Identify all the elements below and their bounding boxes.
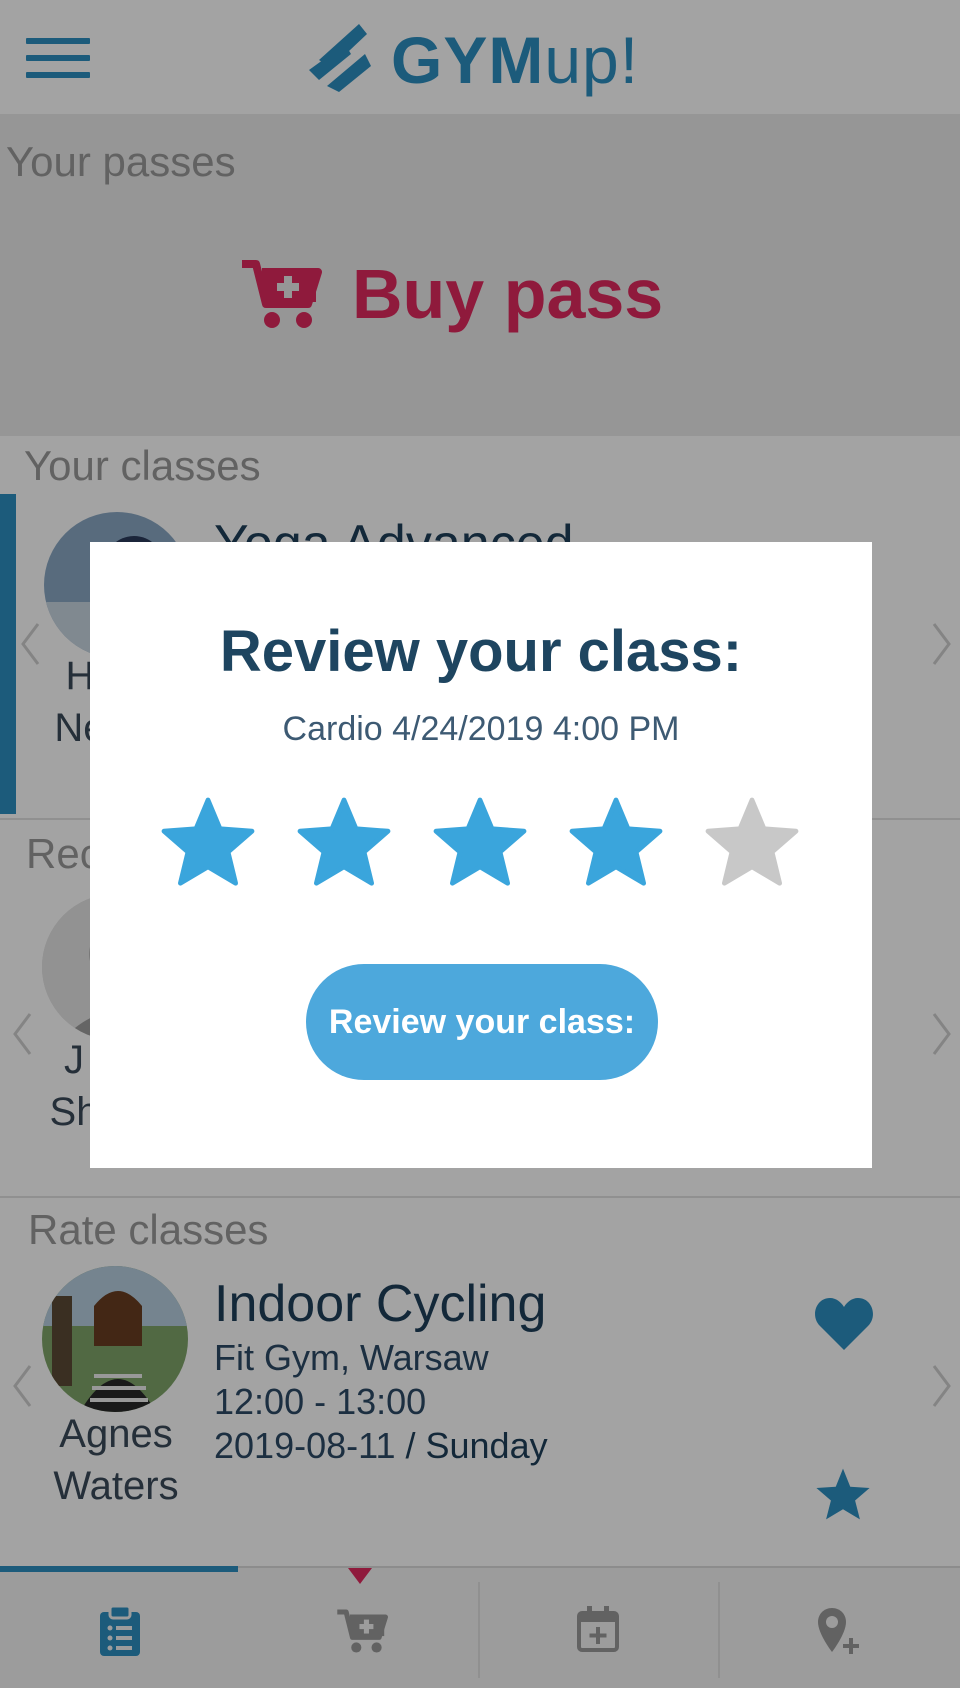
dialog-subtitle: Cardio 4/24/2019 4:00 PM [282,710,680,748]
rating-star-4[interactable] [568,794,664,890]
rating-star-1[interactable] [160,794,256,890]
star-icon [297,797,391,886]
rating-star-3[interactable] [432,794,528,890]
submit-review-button[interactable]: Review your class: [306,964,658,1080]
star-icon [161,797,255,886]
star-icon [569,797,663,886]
star-rating [160,794,802,894]
rating-star-5[interactable] [704,794,800,890]
app-root: GYMup! Your passes Buy pass Your classes [0,0,960,1688]
rating-star-2[interactable] [296,794,392,890]
dialog-title: Review your class: [219,619,743,684]
star-icon [433,797,527,886]
star-icon [705,797,799,886]
review-class-dialog: Review your class: Cardio 4/24/2019 4:00… [90,542,872,1168]
